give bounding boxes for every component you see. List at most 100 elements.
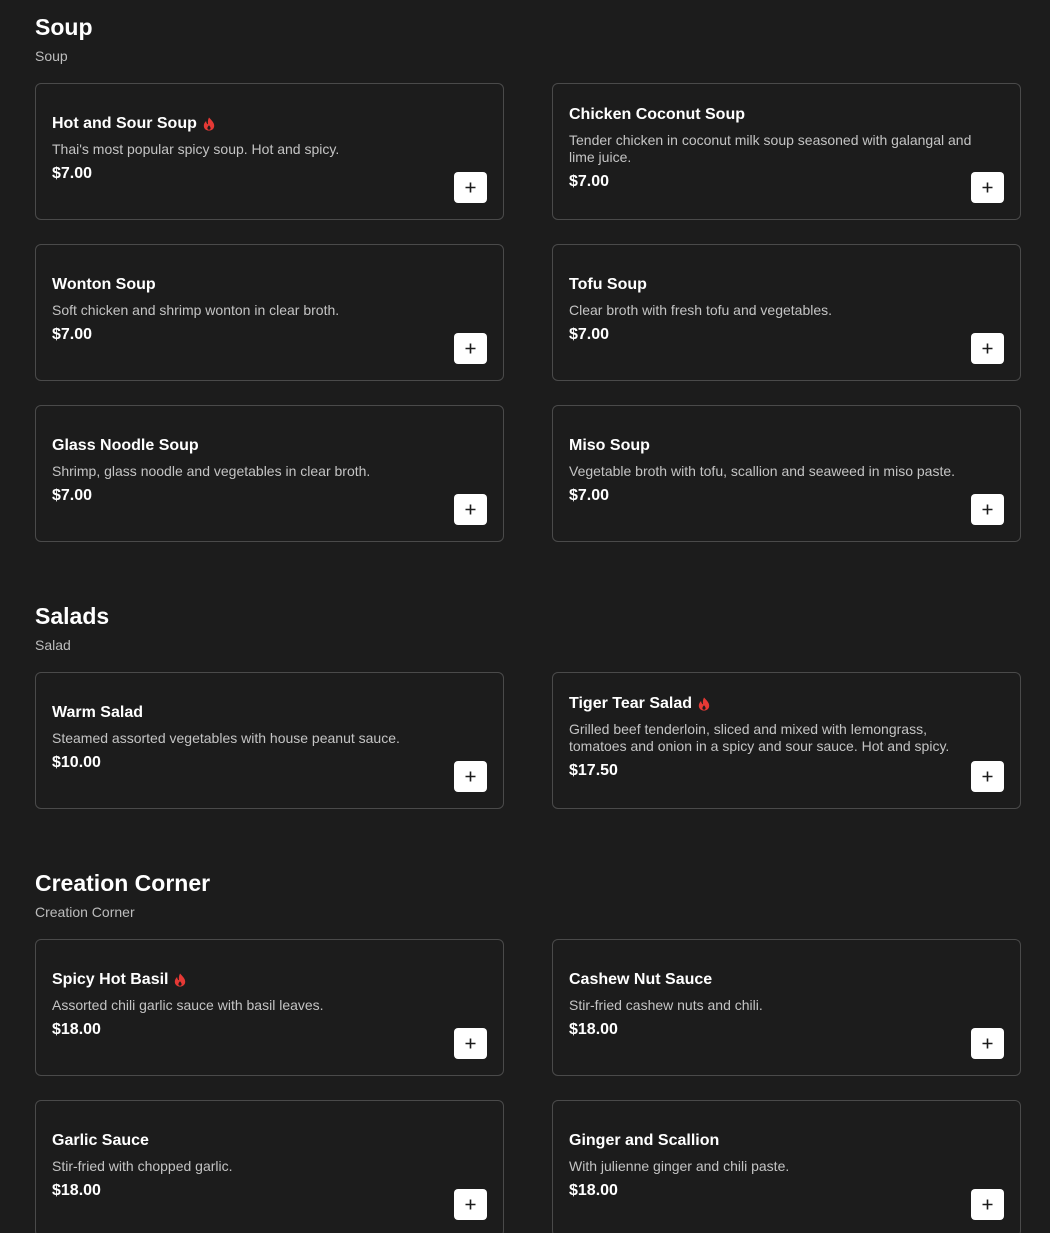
menu-item-info: Garlic Sauce Stir-fried with chopped garl… — [52, 1101, 487, 1233]
menu-item-name-row: Warm Salad — [52, 704, 487, 722]
section-subtitle: Salad — [35, 637, 71, 653]
menu-item-price: $7.00 — [52, 486, 93, 504]
menu-item-name-row: Miso Soup — [569, 437, 1004, 455]
menu-item-card[interactable]: Warm Salad Steamed assorted vegetables wi… — [35, 672, 504, 809]
menu-item-card[interactable]: Hot and Sour Soup Thai's most popular spi… — [35, 83, 504, 220]
plus-icon — [982, 343, 993, 354]
menu-item-name: Garlic Sauce — [52, 1131, 149, 1149]
menu-item-description: Clear broth with fresh tofu and vegetabl… — [569, 301, 833, 318]
plus-icon — [982, 771, 993, 782]
menu-item-card[interactable]: Spicy Hot Basil Assorted chili garlic sau… — [35, 939, 504, 1076]
menu-item-price: $17.50 — [569, 762, 618, 779]
menu-item-card[interactable]: Chicken Coconut Soup Tender chicken in co… — [552, 83, 1021, 220]
menu-item-info: Warm Salad Steamed assorted vegetables wi… — [52, 673, 487, 808]
plus-icon — [465, 771, 476, 782]
plus-icon — [982, 504, 993, 515]
menu-item-card[interactable]: Wonton Soup Soft chicken and shrimp wonto… — [35, 244, 504, 381]
menu-item-name: Tofu Soup — [569, 275, 647, 293]
plus-icon — [465, 504, 476, 515]
menu-item-card[interactable]: Tofu Soup Clear broth with fresh tofu and… — [552, 244, 1021, 381]
menu-section: Soup Soup Hot and Sour Soup Thai's most pop… — [0, 0, 1050, 542]
menu-item-price: $18.00 — [52, 1020, 101, 1038]
add-to-cart-button[interactable] — [971, 333, 1004, 364]
section-title: Creation Corner — [35, 870, 211, 896]
plus-icon — [982, 182, 993, 193]
menu-item-name-row: Hot and Sour Soup — [52, 115, 487, 133]
chili-pepper-icon — [203, 117, 215, 131]
menu-item-info: Wonton Soup Soft chicken and shrimp wonto… — [52, 245, 487, 380]
menu-item-name: Miso Soup — [569, 436, 650, 454]
menu-item-name-row: Glass Noodle Soup — [52, 437, 487, 455]
menu-item-price: $7.00 — [52, 164, 93, 182]
menu-item-name: Glass Noodle Soup — [52, 436, 199, 454]
menu-item-name: Chicken Coconut Soup — [569, 106, 745, 123]
plus-icon — [465, 1038, 476, 1049]
menu-item-info: Miso Soup Vegetable broth with tofu, scal… — [569, 406, 1004, 541]
add-to-cart-button[interactable] — [971, 172, 1004, 203]
menu-item-description: Thai's most popular spicy soup. Hot and … — [52, 140, 340, 157]
menu-item-name-row: Tiger Tear Salad — [569, 695, 1004, 713]
menu-item-name: Spicy Hot Basil — [52, 970, 169, 988]
menu-section: Salads Salad Warm Salad Steamed assorted ve… — [0, 589, 1050, 809]
menu-item-info: Spicy Hot Basil Assorted chili garlic sau… — [52, 940, 487, 1075]
plus-icon — [465, 182, 476, 193]
menu-item-card[interactable]: Glass Noodle Soup Shrimp, glass noodle an… — [35, 405, 504, 542]
menu-page: Soup Soup Hot and Sour Soup Thai's most pop… — [0, 0, 1050, 1233]
menu-item-name-row: Cashew Nut Sauce — [569, 971, 1004, 989]
add-to-cart-button[interactable] — [971, 1028, 1004, 1059]
chili-pepper-icon — [698, 697, 710, 711]
menu-item-price: $7.00 — [569, 325, 610, 343]
menu-item-info: Tiger Tear Salad Grilled beef tenderloin,… — [569, 673, 1004, 808]
menu-item-name-row: Ginger and Scallion — [569, 1132, 1004, 1150]
menu-item-description: With julienne ginger and chili paste. — [569, 1157, 790, 1174]
add-to-cart-button[interactable] — [454, 761, 487, 792]
menu-item-description: Assorted chili garlic sauce with basil l… — [52, 996, 324, 1013]
menu-item-description: Grilled beef tenderloin, sliced and mixe… — [569, 721, 950, 754]
menu-item-name: Hot and Sour Soup — [52, 114, 197, 132]
menu-item-price: $18.00 — [52, 1181, 101, 1199]
menu-item-price: $10.00 — [52, 753, 101, 771]
add-to-cart-button[interactable] — [454, 333, 487, 364]
section-subtitle: Creation Corner — [35, 904, 135, 920]
menu-item-price: $18.00 — [569, 1181, 618, 1199]
menu-item-info: Cashew Nut Sauce Stir-fried cashew nuts a… — [569, 940, 1004, 1075]
menu-item-price: $18.00 — [569, 1020, 618, 1038]
add-to-cart-button[interactable] — [454, 1028, 487, 1059]
menu-item-price: $7.00 — [569, 173, 610, 190]
menu-item-card[interactable]: Garlic Sauce Stir-fried with chopped garl… — [35, 1100, 504, 1233]
menu-item-info: Tofu Soup Clear broth with fresh tofu and… — [569, 245, 1004, 380]
plus-icon — [982, 1199, 993, 1210]
section-title: Salads — [35, 603, 110, 629]
menu-item-description: Tender chicken in coconut milk soup seas… — [569, 132, 972, 165]
plus-icon — [465, 343, 476, 354]
menu-item-card[interactable]: Miso Soup Vegetable broth with tofu, scal… — [552, 405, 1021, 542]
add-to-cart-button[interactable] — [971, 1189, 1004, 1220]
menu-item-description: Vegetable broth with tofu, scallion and … — [569, 462, 956, 479]
menu-item-name: Cashew Nut Sauce — [569, 970, 713, 988]
menu-section: Creation Corner Creation Corner Spicy Hot … — [0, 856, 1050, 1233]
menu-item-description: Shrimp, glass noodle and vegetables in c… — [52, 462, 371, 479]
menu-item-info: Chicken Coconut Soup Tender chicken in co… — [569, 84, 1004, 219]
menu-item-price: $7.00 — [52, 325, 93, 343]
add-to-cart-button[interactable] — [454, 1189, 487, 1220]
add-to-cart-button[interactable] — [454, 172, 487, 203]
menu-item-description: Stir-fried with chopped garlic. — [52, 1157, 233, 1174]
add-to-cart-button[interactable] — [971, 761, 1004, 792]
plus-icon — [465, 1199, 476, 1210]
add-to-cart-button[interactable] — [454, 494, 487, 525]
menu-item-name: Warm Salad — [52, 703, 143, 721]
add-to-cart-button[interactable] — [971, 494, 1004, 525]
menu-item-price: $7.00 — [569, 486, 610, 504]
section-subtitle: Soup — [35, 48, 68, 64]
menu-item-name: Tiger Tear Salad — [569, 695, 693, 712]
menu-item-card[interactable]: Tiger Tear Salad Grilled beef tenderloin,… — [552, 672, 1021, 809]
menu-item-name-row: Chicken Coconut Soup — [569, 106, 1004, 124]
menu-item-info: Hot and Sour Soup Thai's most popular spi… — [52, 84, 487, 219]
menu-item-info: Glass Noodle Soup Shrimp, glass noodle an… — [52, 406, 487, 541]
menu-item-name: Ginger and Scallion — [569, 1131, 720, 1149]
plus-icon — [982, 1038, 993, 1049]
menu-item-card[interactable]: Cashew Nut Sauce Stir-fried cashew nuts a… — [552, 939, 1021, 1076]
chili-pepper-icon — [175, 973, 186, 987]
menu-item-description: Soft chicken and shrimp wonton in clear … — [52, 301, 340, 318]
menu-item-card[interactable]: Ginger and Scallion With julienne ginger … — [552, 1100, 1021, 1233]
